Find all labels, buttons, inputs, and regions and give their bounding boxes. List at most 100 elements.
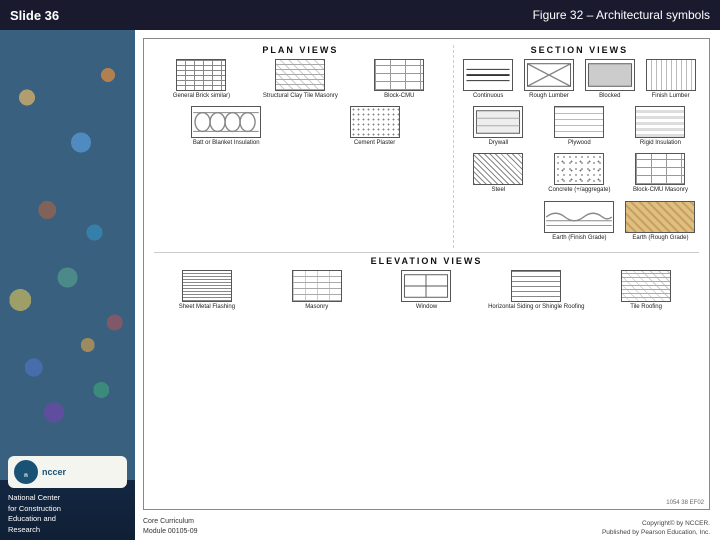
blocked-label: Blocked	[599, 93, 620, 100]
cmu-section-pattern	[636, 154, 684, 184]
copyright-line2: Published by Pearson Education, Inc.	[602, 528, 710, 537]
section-row-1: Continuous Rough Lu	[460, 59, 699, 100]
section-row-3: Steel Concrete (+/aggregate)	[460, 153, 699, 194]
figure-title: Figure 32 – Architectural symbols	[533, 8, 710, 22]
section-row-2: Drywall Plywood	[460, 106, 699, 147]
steel-label: Steel	[491, 187, 505, 194]
symbol-continuous: Continuous	[460, 59, 517, 100]
symbol-concrete: Concrete (+/aggregate)	[541, 153, 618, 194]
nccer-logo-icon: n	[14, 460, 38, 484]
rigid-insulation-pattern	[636, 107, 684, 137]
horiz-siding-box	[511, 270, 561, 302]
tile-roofing-pattern	[622, 271, 670, 301]
copyright-line1: Copyright© by NCCER.	[602, 519, 710, 528]
steel-box	[473, 153, 523, 185]
symbol-batt-insulation: Batt or Blanket Insulation	[154, 106, 298, 147]
symbol-sheet-metal: Sheet Metal Flashing	[154, 270, 260, 311]
content-footer: Core Curriculum Module 00105-09 Copyrigh…	[135, 514, 720, 540]
masonry-pattern	[293, 271, 341, 301]
symbol-rigid-insulation: Rigid Insulation	[622, 106, 699, 147]
symbol-block-cmu-plan: Block-CMU	[352, 59, 447, 100]
batt-insulation-box	[191, 106, 261, 138]
tile-roofing-label: Tile Roofing	[630, 304, 662, 311]
earth-finish-label: Earth (Finish Grade)	[552, 235, 606, 242]
plan-views-section: PLAN VIEWS General Brick similar)	[154, 45, 454, 248]
clay-tile-box	[275, 59, 325, 91]
sidebar-mosaic	[0, 30, 135, 480]
general-brick-box	[176, 59, 226, 91]
continuous-label: Continuous	[473, 93, 503, 100]
block-cmu-plan-box	[374, 59, 424, 91]
steel-pattern	[474, 154, 522, 184]
symbol-horiz-siding: Horizontal Siding or Shingle Roofing	[483, 270, 589, 311]
elevation-divider	[154, 252, 699, 253]
sheet-metal-label: Sheet Metal Flashing	[179, 304, 235, 311]
batt-insulation-label: Batt or Blanket Insulation	[193, 140, 260, 147]
nccer-logo: n nccer	[8, 456, 127, 488]
footer-left: Core Curriculum Module 00105-09	[143, 517, 198, 537]
masonry-elev-box	[292, 270, 342, 302]
block-cmu-plan-label: Block-CMU	[384, 93, 414, 100]
slide-label: Slide 36	[10, 8, 59, 23]
block-cmu-section-box	[635, 153, 685, 185]
window-box	[401, 270, 451, 302]
symbol-clay-tile: Structural Clay Tile Masonry	[253, 59, 348, 100]
plan-views-title: PLAN VIEWS	[154, 45, 447, 55]
earth-rough-box	[625, 201, 695, 233]
concrete-pattern	[555, 154, 603, 184]
svg-text:n: n	[24, 473, 28, 479]
symbol-general-brick: General Brick similar)	[154, 59, 249, 100]
block-cmu-section-label: Block-CMU Masonry	[633, 187, 688, 194]
clay-tile-label: Structural Clay Tile Masonry	[263, 93, 338, 100]
rigid-insulation-box	[635, 106, 685, 138]
concrete-box	[554, 153, 604, 185]
figures-top: PLAN VIEWS General Brick similar)	[154, 45, 699, 248]
figure-inner: PLAN VIEWS General Brick similar)	[144, 39, 709, 509]
symbol-masonry-elev: Masonry	[264, 270, 370, 311]
sheet-metal-pattern	[183, 271, 231, 301]
symbol-drywall: Drywall	[460, 106, 537, 147]
masonry-elev-label: Masonry	[305, 304, 328, 311]
concrete-label: Concrete (+/aggregate)	[548, 187, 610, 194]
rigid-insulation-label: Rigid Insulation	[640, 140, 681, 147]
rough-lumber-label: Rough Lumber	[529, 93, 569, 100]
rough-lumber-box	[524, 59, 574, 91]
plan-row-1: General Brick similar) Structural Clay T…	[154, 59, 447, 100]
main-layout: n nccer National Center for Construction…	[0, 30, 720, 540]
symbol-earth-rough: Earth (Rough Grade)	[622, 201, 699, 242]
footer-right: Copyright© by NCCER. Published by Pearso…	[602, 519, 710, 537]
figure-box: PLAN VIEWS General Brick similar)	[143, 38, 710, 510]
nccer-logo-text: nccer	[42, 467, 66, 477]
sidebar-org-text: National Center for Construction Educati…	[0, 493, 135, 535]
plywood-box	[554, 106, 604, 138]
symbol-cement-plaster: Cement Plaster	[302, 106, 446, 147]
plywood-label: Plywood	[568, 140, 591, 147]
finish-lumber-box	[646, 59, 696, 91]
elevation-row-1: Sheet Metal Flashing Masonry	[154, 270, 699, 311]
figure-number: 1054 38 EF02	[666, 500, 704, 506]
plan-row-2: Batt or Blanket Insulation Cement Plaste…	[154, 106, 447, 147]
symbol-block-cmu-section: Block-CMU Masonry	[622, 153, 699, 194]
symbol-plywood: Plywood	[541, 106, 618, 147]
sheet-metal-box	[182, 270, 232, 302]
earth-rough-label: Earth (Rough Grade)	[632, 235, 688, 242]
continuous-box	[463, 59, 513, 91]
symbol-blocked: Blocked	[581, 59, 638, 100]
content: PLAN VIEWS General Brick similar)	[135, 30, 720, 540]
cement-plaster-pattern	[351, 107, 399, 137]
cement-plaster-label: Cement Plaster	[354, 140, 395, 147]
window-label: Window	[416, 304, 437, 311]
drywall-label: Drywall	[488, 140, 508, 147]
symbol-earth-finish: Earth (Finish Grade)	[541, 201, 618, 242]
symbol-finish-lumber: Finish Lumber	[642, 59, 699, 100]
sidebar: n nccer National Center for Construction…	[0, 30, 135, 540]
general-brick-label: General Brick similar)	[173, 93, 230, 100]
section-views-title: SECTION VIEWS	[460, 45, 699, 55]
curriculum-label: Core Curriculum	[143, 517, 198, 527]
tile-roofing-box	[621, 270, 671, 302]
symbol-tile-roofing: Tile Roofing	[593, 270, 699, 311]
plywood-pattern	[555, 107, 603, 137]
cement-plaster-box	[350, 106, 400, 138]
elevation-section: ELEVATION VIEWS Sheet Metal Flashing	[154, 252, 699, 311]
section-views-section: SECTION VIEWS	[454, 45, 699, 248]
